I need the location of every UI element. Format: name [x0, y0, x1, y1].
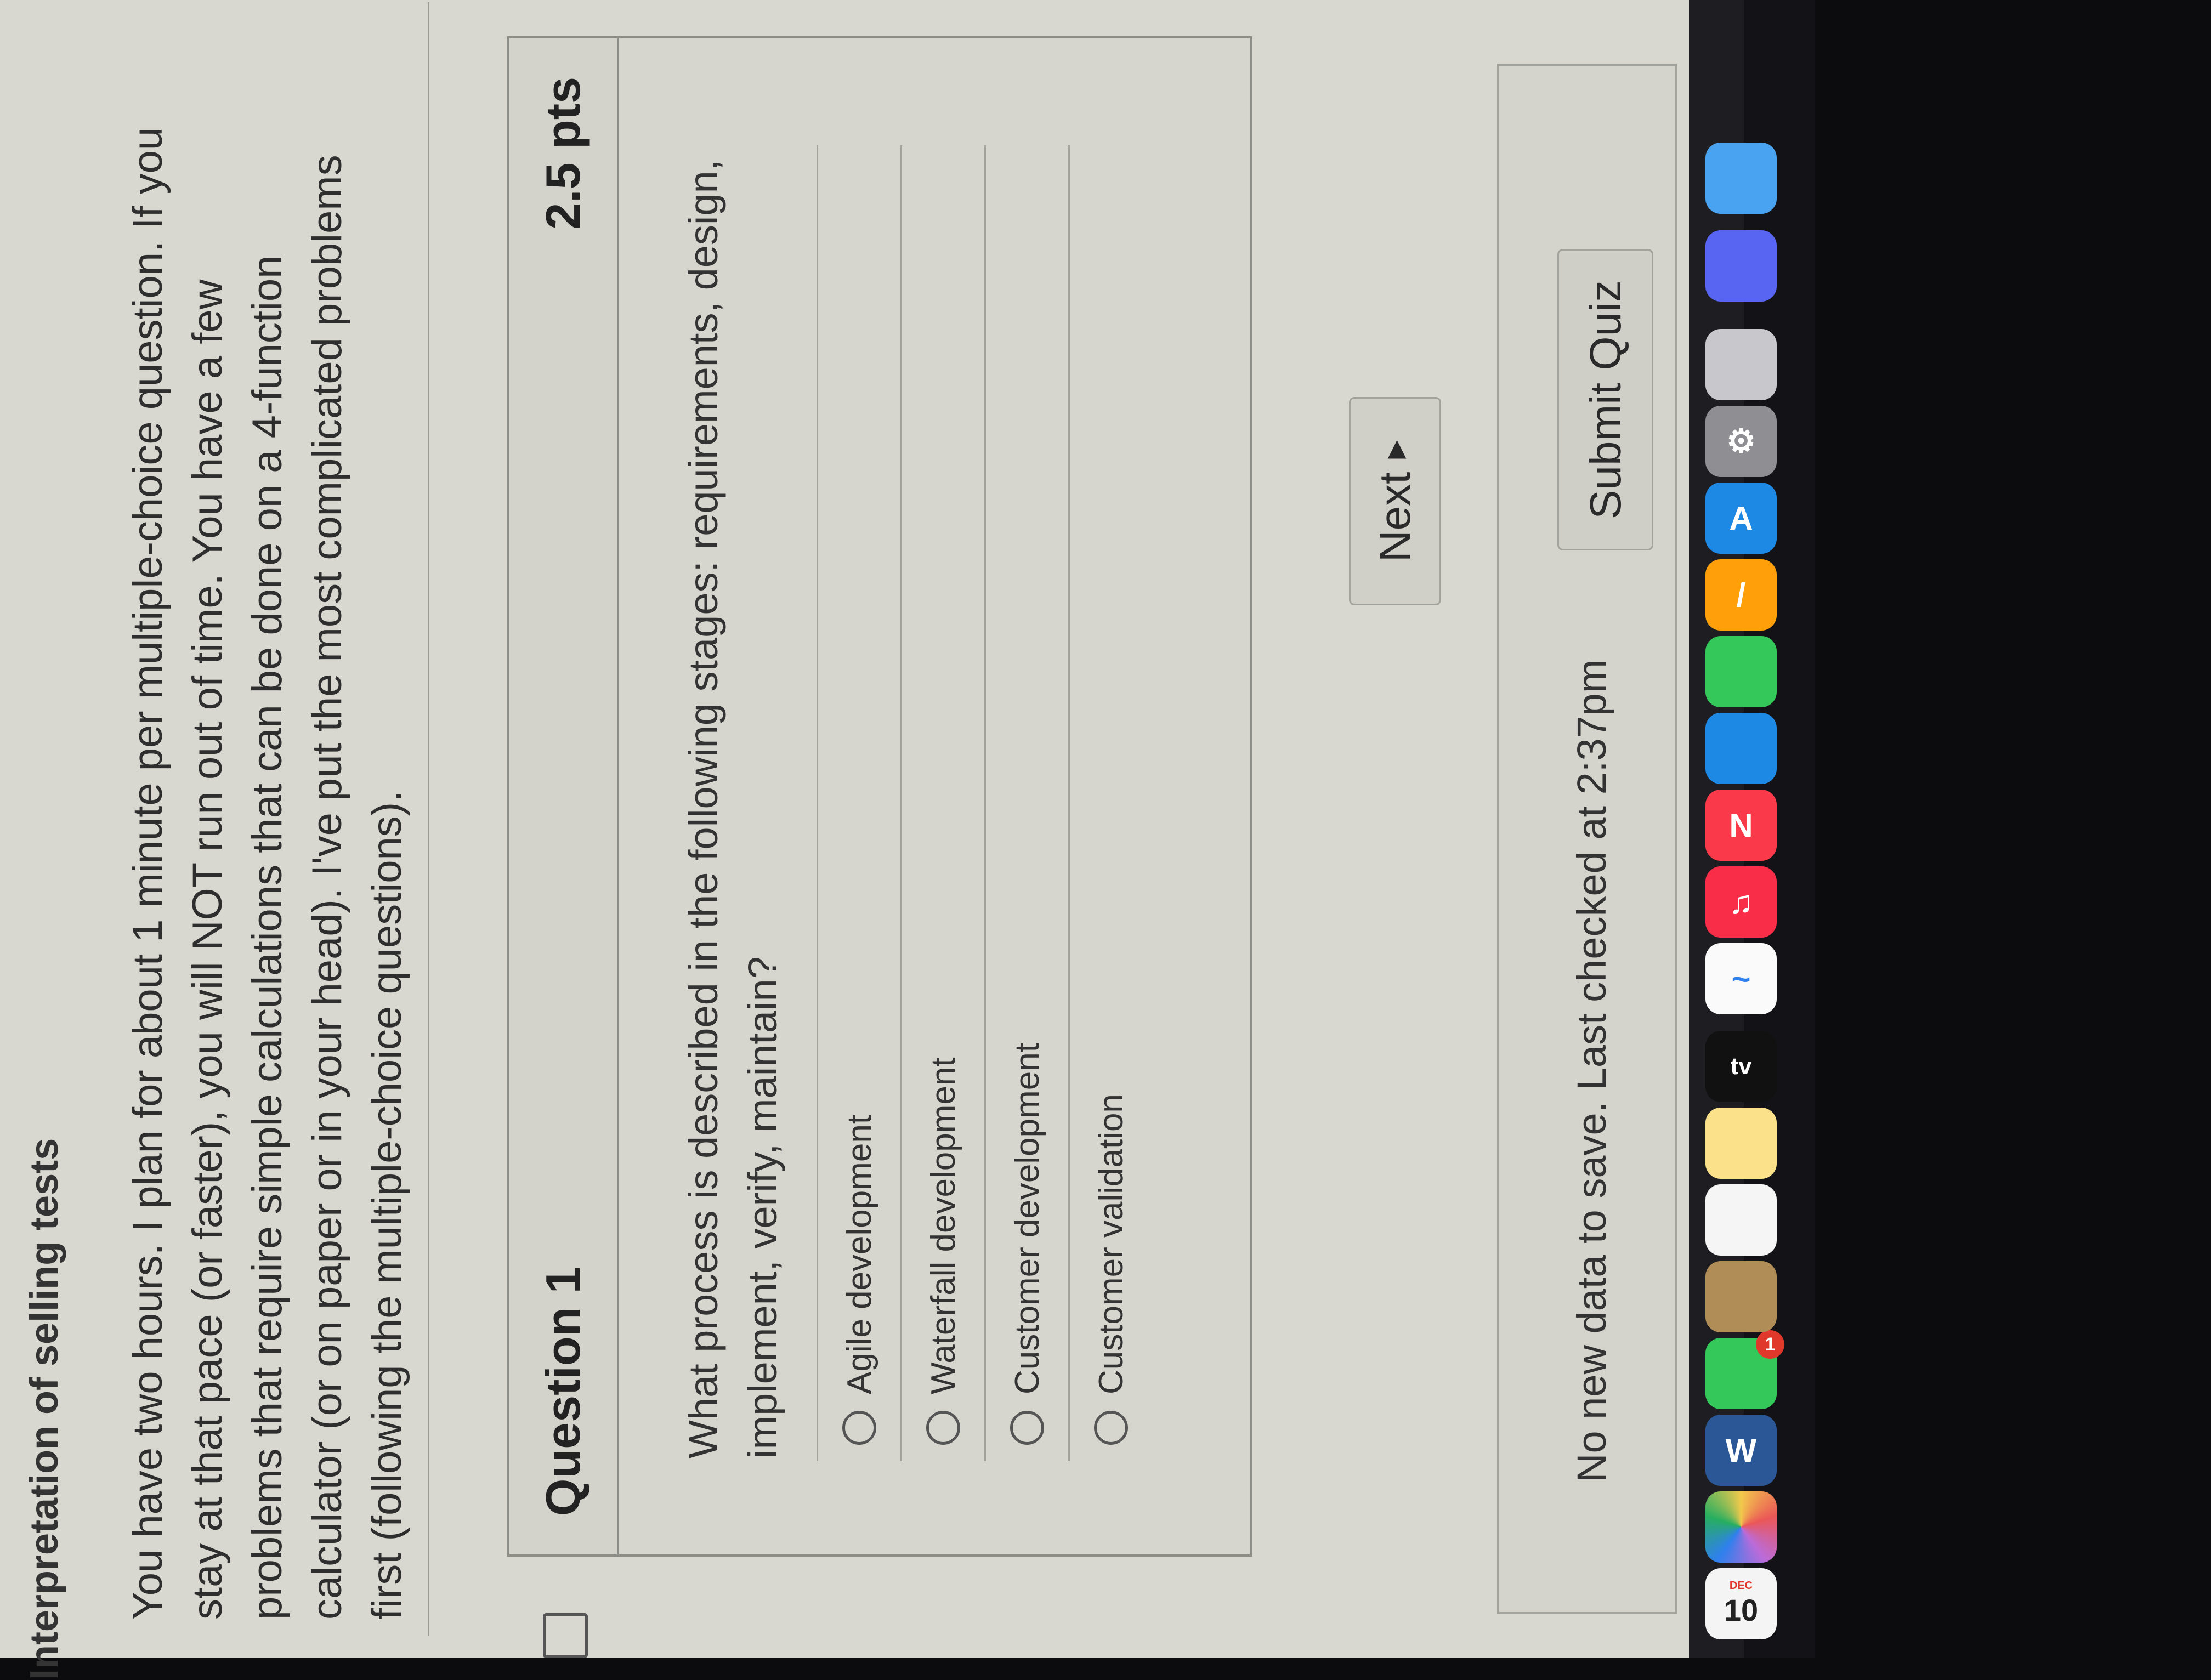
music-icon[interactable]: ♫ [1705, 866, 1777, 938]
apple-tv-icon[interactable]: tv [1705, 1031, 1777, 1102]
triangle-right-icon: ▶ [1381, 440, 1409, 459]
tv-label: tv [1730, 1053, 1752, 1080]
calendar-day: 10 [1724, 1593, 1759, 1627]
notification-badge: 1 [1756, 1330, 1784, 1359]
dock: DEC 10 W 1 tv ~ ♫ N / A ⚙ [1689, 0, 1815, 1658]
news-icon[interactable]: N [1705, 790, 1777, 861]
radio-button[interactable] [926, 1411, 960, 1445]
answer-option[interactable]: Agile development [817, 145, 900, 1461]
keynote-icon[interactable] [1705, 713, 1777, 784]
numbers-icon[interactable] [1705, 636, 1777, 707]
browser-page: Interpretation of selling tests You have… [0, 0, 1744, 1680]
divider [428, 2, 429, 1636]
autosave-status: No new data to save. Last checked at 2:3… [1569, 659, 1614, 1483]
question-header: Question 1 2.5 pts [509, 38, 619, 1554]
reminders-icon[interactable] [1705, 1184, 1777, 1256]
answer-label: Agile development [840, 1114, 878, 1394]
word-icon[interactable]: W [1705, 1415, 1777, 1486]
question-card: Question 1 2.5 pts What process is descr… [507, 36, 1252, 1557]
contacts-icon[interactable] [1705, 1261, 1777, 1332]
iphone-mirroring-icon[interactable] [1705, 329, 1777, 400]
answer-option[interactable]: Customer development [984, 145, 1068, 1461]
question-title: Question 1 [536, 1267, 590, 1516]
question-points: 2.5 pts [536, 77, 590, 230]
next-button[interactable]: Next ▶ [1349, 397, 1441, 605]
answer-label: Customer development [1008, 1043, 1046, 1394]
discord-icon[interactable] [1705, 230, 1777, 302]
notes-icon[interactable] [1705, 1108, 1777, 1179]
answer-label: Waterfall development [924, 1057, 962, 1394]
flag-question-icon[interactable] [543, 1613, 588, 1658]
freeform-icon[interactable]: ~ [1705, 943, 1777, 1014]
radio-button[interactable] [842, 1411, 876, 1445]
answer-list: Agile development Waterfall development … [817, 145, 1152, 1461]
pages-icon[interactable]: / [1705, 559, 1777, 631]
answer-option[interactable]: Customer validation [1068, 145, 1152, 1461]
system-settings-icon[interactable]: ⚙ [1705, 406, 1777, 477]
question-text: What process is described in the followi… [681, 159, 785, 1458]
photos-icon[interactable] [1705, 1491, 1777, 1563]
calendar-icon[interactable]: DEC 10 [1705, 1568, 1777, 1639]
app-store-icon[interactable]: A [1705, 483, 1777, 554]
next-label: Next [1370, 472, 1419, 563]
finder-globe-icon[interactable] [1705, 143, 1777, 214]
submit-quiz-button[interactable]: Submit Quiz [1557, 249, 1653, 550]
section-heading: Interpretation of selling tests [22, 1138, 66, 1680]
radio-button[interactable] [1094, 1411, 1128, 1445]
quiz-instructions: You have two hours. I plan for about 1 m… [124, 127, 410, 1620]
radio-button[interactable] [1010, 1411, 1044, 1445]
answer-option[interactable]: Waterfall development [900, 145, 984, 1461]
answer-label: Customer validation [1092, 1094, 1130, 1394]
messages-icon[interactable]: 1 [1705, 1330, 1784, 1409]
calendar-month: DEC [1729, 1580, 1753, 1592]
